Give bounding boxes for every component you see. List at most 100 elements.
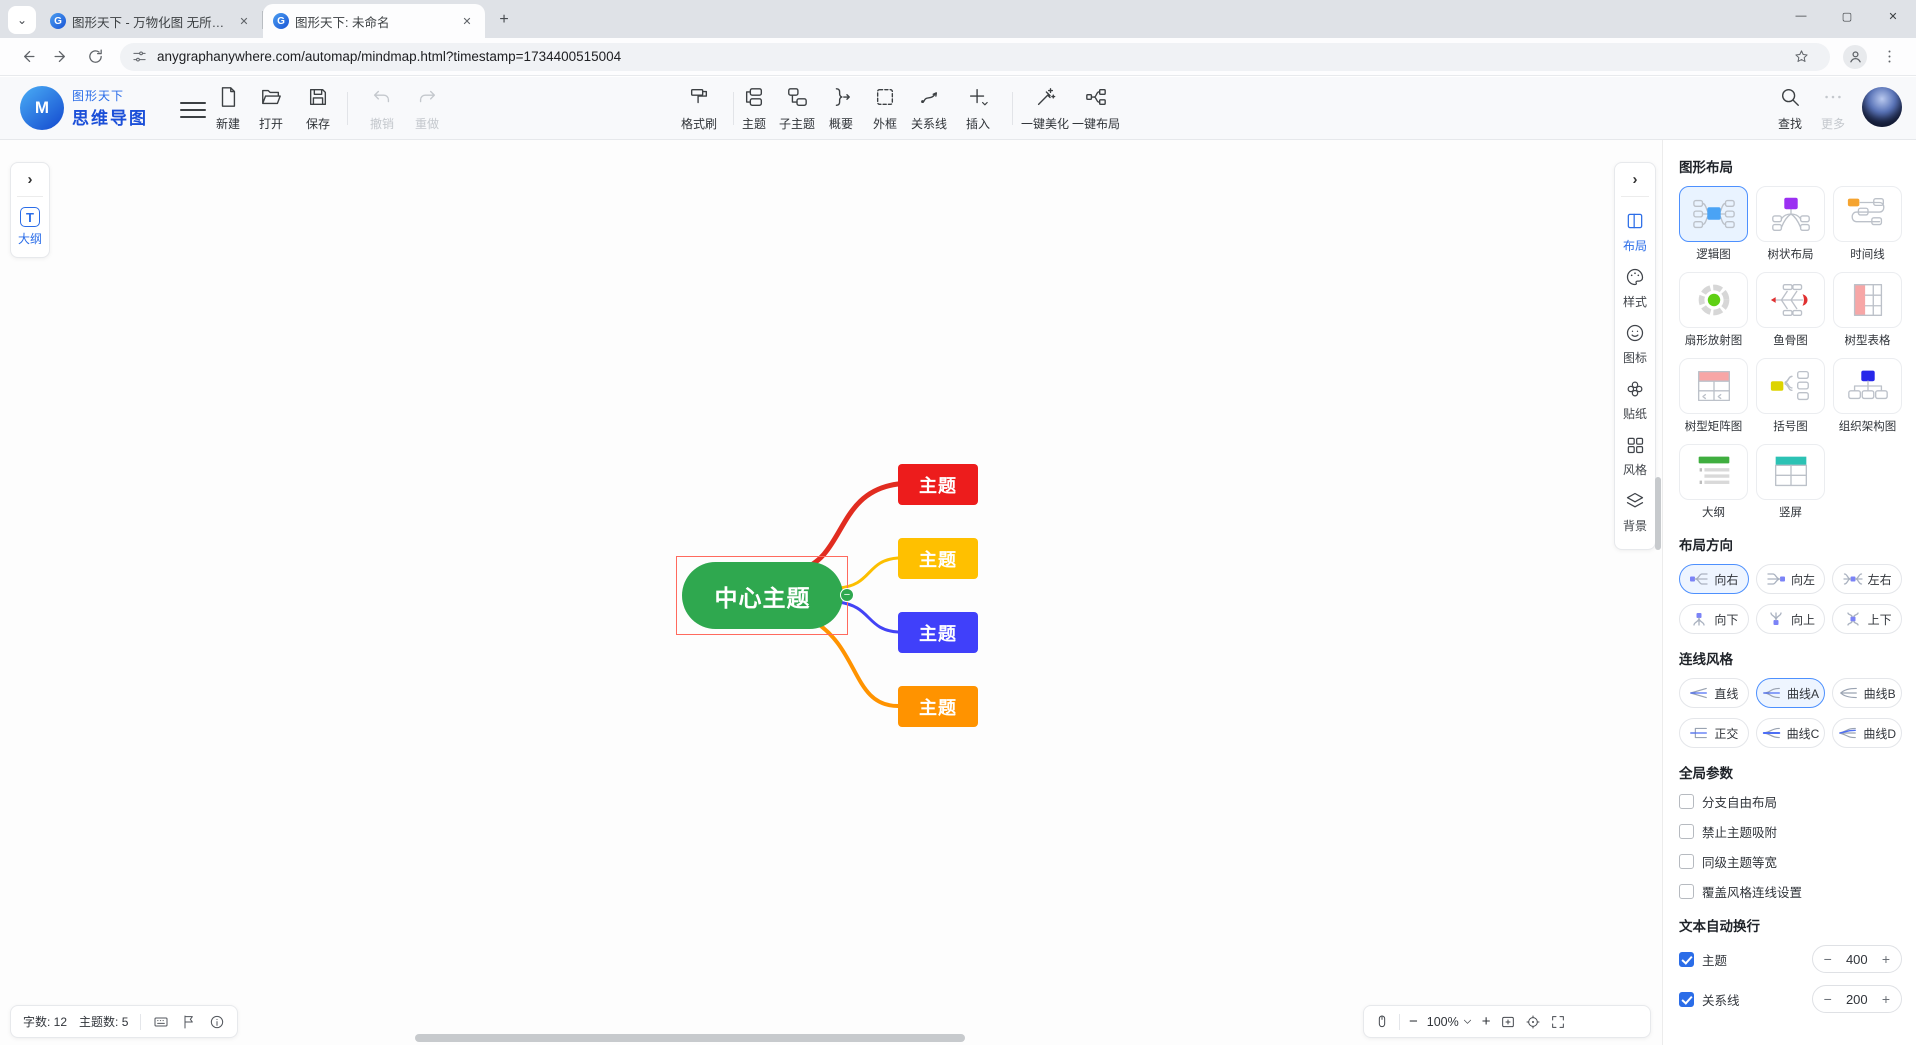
redo-button[interactable]: 重做: [403, 86, 451, 132]
outline-button[interactable]: T 大纲: [11, 207, 49, 247]
layout-option-org-chart[interactable]: 组织架构图: [1833, 358, 1902, 434]
checkbox-unchecked[interactable]: [1679, 884, 1694, 899]
tab-search-button[interactable]: ⌄: [8, 6, 36, 34]
tab-close-icon[interactable]: ✕: [236, 13, 252, 29]
layout-option-bracket[interactable]: 括号图: [1756, 358, 1825, 434]
mouse-mode-icon[interactable]: [1374, 1014, 1390, 1030]
layout-option-outline[interactable]: 大纲: [1679, 444, 1748, 520]
layout-option-tree-table[interactable]: 树型表格: [1833, 272, 1902, 348]
relation-line-button[interactable]: 关系线: [902, 86, 956, 132]
reload-icon[interactable]: [81, 43, 109, 71]
line-curve-c-button[interactable]: 曲线C: [1756, 718, 1826, 748]
checkbox-checked[interactable]: [1679, 992, 1694, 1007]
tab-stickers[interactable]: 贴纸: [1615, 373, 1655, 429]
locate-center-icon[interactable]: [1525, 1014, 1541, 1030]
checkbox-unchecked[interactable]: [1679, 794, 1694, 809]
tab-icons[interactable]: 图标: [1615, 317, 1655, 373]
zoom-toolbar: − 100% +: [1363, 1005, 1651, 1038]
topic-node-2[interactable]: 主题: [898, 538, 978, 579]
minimize-button[interactable]: —: [1778, 0, 1824, 32]
zoom-out-button[interactable]: −: [1409, 1013, 1418, 1030]
direction-right-button[interactable]: 向右: [1679, 564, 1749, 594]
open-button[interactable]: 打开: [247, 86, 295, 132]
line-style-buttons: 直线 曲线A 曲线B 正交 曲线C 曲线D: [1679, 678, 1902, 748]
close-button[interactable]: ✕: [1870, 0, 1916, 32]
browser-tab-1[interactable]: G 图形天下 - 万物化图 无所不形 ✕: [40, 4, 262, 38]
tab-style[interactable]: 样式: [1615, 261, 1655, 317]
summary-button[interactable]: 概要: [817, 86, 865, 132]
panel-vertical-scrollbar[interactable]: [1655, 477, 1661, 550]
horizontal-scrollbar[interactable]: [415, 1034, 965, 1042]
format-painter-button[interactable]: 格式刷: [672, 86, 726, 132]
tab-close-icon[interactable]: ✕: [459, 13, 475, 29]
checkbox-unchecked[interactable]: [1679, 854, 1694, 869]
layout-option-tree[interactable]: 树状布局: [1756, 186, 1825, 262]
stepper-minus-button[interactable]: −: [1824, 951, 1832, 967]
collapse-branch-button[interactable]: −: [840, 588, 854, 602]
direction-both-sides-button[interactable]: 左右: [1832, 564, 1902, 594]
layout-option-tree-matrix[interactable]: 树型矩阵图: [1679, 358, 1748, 434]
tab-background[interactable]: 背景: [1615, 485, 1655, 541]
fit-screen-icon[interactable]: [1500, 1014, 1516, 1030]
browser-tab-2[interactable]: G 图形天下: 未命名 ✕: [263, 4, 485, 38]
line-orthogonal-button[interactable]: 正交: [1679, 718, 1749, 748]
keyboard-shortcuts-icon[interactable]: [153, 1014, 169, 1030]
option-disable-topic-snap[interactable]: 禁止主题吸附: [1679, 822, 1902, 841]
option-equal-width-siblings[interactable]: 同级主题等宽: [1679, 852, 1902, 871]
save-button[interactable]: 保存: [294, 86, 342, 132]
topic-node-4[interactable]: 主题: [898, 686, 978, 727]
line-curve-d-button[interactable]: 曲线D: [1832, 718, 1902, 748]
bookmark-star-icon[interactable]: [1787, 43, 1815, 71]
flag-icon[interactable]: [181, 1014, 197, 1030]
layout-option-timeline[interactable]: 时间线: [1833, 186, 1902, 262]
direction-up-down-button[interactable]: 上下: [1832, 604, 1902, 634]
direction-up-button[interactable]: 向上: [1756, 604, 1826, 634]
auto-layout-button[interactable]: 一键布局: [1064, 86, 1128, 132]
line-curve-a-button[interactable]: 曲线A: [1756, 678, 1826, 708]
direction-left-button[interactable]: 向左: [1756, 564, 1826, 594]
menu-hamburger-icon[interactable]: [180, 97, 206, 123]
forward-icon[interactable]: [47, 43, 75, 71]
collapse-right-panel-icon[interactable]: ›: [1615, 171, 1655, 196]
layout-option-fishbone[interactable]: 鱼骨图: [1756, 272, 1825, 348]
stepper-plus-button[interactable]: +: [1882, 991, 1890, 1007]
layout-option-logic[interactable]: 逻辑图: [1679, 186, 1748, 262]
find-button[interactable]: 查找: [1766, 86, 1814, 132]
back-icon[interactable]: [13, 43, 41, 71]
tab-themes[interactable]: 风格: [1615, 429, 1655, 485]
topic-node-3[interactable]: 主题: [898, 612, 978, 653]
zoom-in-button[interactable]: +: [1482, 1013, 1491, 1030]
address-bar[interactable]: anygraphanywhere.com/automap/mindmap.htm…: [120, 43, 1830, 71]
info-icon[interactable]: [209, 1014, 225, 1030]
new-tab-button[interactable]: +: [491, 7, 517, 33]
line-straight-button[interactable]: 直线: [1679, 678, 1749, 708]
tab-layout[interactable]: 布局: [1615, 205, 1655, 261]
line-curve-b-button[interactable]: 曲线B: [1832, 678, 1902, 708]
user-avatar[interactable]: [1862, 87, 1902, 127]
expand-left-panel-icon[interactable]: ›: [11, 171, 49, 196]
checkbox-unchecked[interactable]: [1679, 824, 1694, 839]
insert-button[interactable]: 插入: [952, 86, 1004, 132]
zoom-level-dropdown[interactable]: 100%: [1427, 1015, 1473, 1029]
fullscreen-icon[interactable]: [1550, 1014, 1566, 1030]
option-override-style-lines[interactable]: 覆盖风格连线设置: [1679, 882, 1902, 901]
browser-menu-icon[interactable]: [1875, 43, 1903, 71]
wrap-relation-row: 关系线 − 200 +: [1679, 985, 1902, 1013]
stepper-minus-button[interactable]: −: [1824, 991, 1832, 1007]
layout-option-vertical[interactable]: 竖屏: [1756, 444, 1825, 520]
subtopic-button[interactable]: 子主题: [770, 86, 824, 132]
layout-option-fan-radial[interactable]: 扇形放射图: [1679, 272, 1748, 348]
outline-T-icon: T: [20, 207, 40, 227]
mindmap-canvas[interactable]: 中心主题 − 主题 主题 主题 主题: [0, 140, 1662, 1045]
topic-node-1[interactable]: 主题: [898, 464, 978, 505]
more-button[interactable]: 更多: [1809, 86, 1857, 132]
option-free-branch-layout[interactable]: 分支自由布局: [1679, 792, 1902, 811]
checkbox-checked[interactable]: [1679, 952, 1694, 967]
new-button[interactable]: 新建: [204, 86, 252, 132]
maximize-button[interactable]: ▢: [1824, 0, 1870, 32]
stepper-plus-button[interactable]: +: [1882, 951, 1890, 967]
central-topic-node[interactable]: 中心主题: [682, 562, 843, 629]
profile-icon[interactable]: [1841, 43, 1869, 71]
undo-button[interactable]: 撤销: [358, 86, 406, 132]
direction-down-button[interactable]: 向下: [1679, 604, 1749, 634]
